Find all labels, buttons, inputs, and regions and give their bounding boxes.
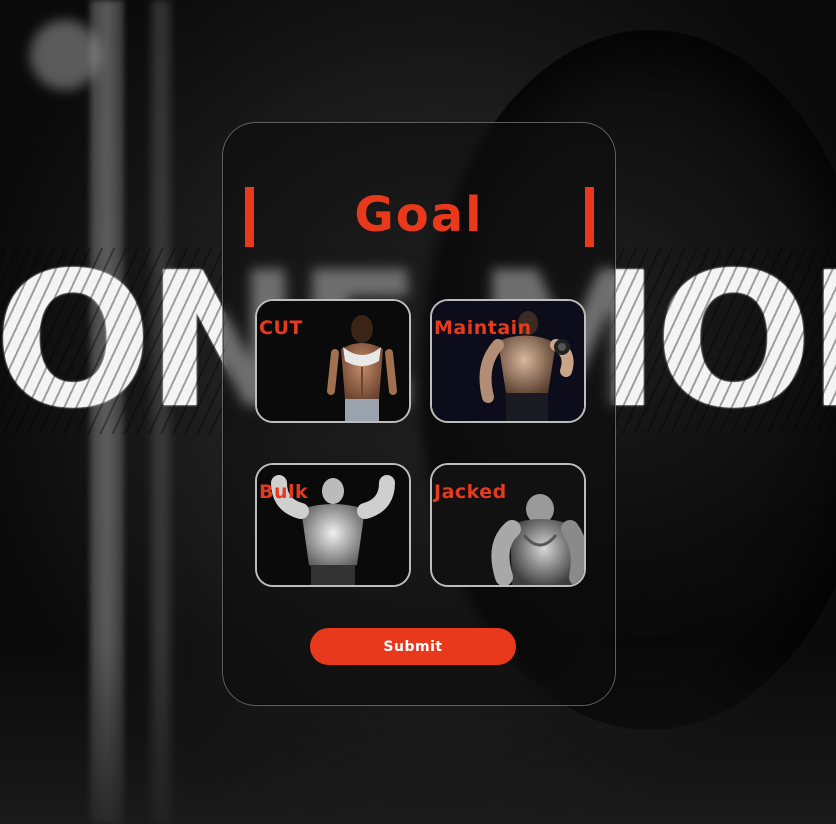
goal-option-jacked[interactable]: Jacked <box>430 463 586 587</box>
goal-card: Goal CUT Maintain Bulk Jacked Submit <box>222 122 616 706</box>
submit-button[interactable]: Submit <box>310 628 516 665</box>
light-glare <box>30 20 100 90</box>
goal-option-label: Jacked <box>434 481 507 503</box>
title-accent-right <box>585 187 594 247</box>
goal-option-maintain[interactable]: Maintain <box>430 299 586 423</box>
page-title: Goal <box>354 187 484 243</box>
goal-option-label: Bulk <box>259 481 309 503</box>
goal-option-cut[interactable]: CUT <box>255 299 411 423</box>
goal-option-bulk[interactable]: Bulk <box>255 463 411 587</box>
goal-option-label: CUT <box>259 317 303 339</box>
goal-option-label: Maintain <box>434 317 532 339</box>
